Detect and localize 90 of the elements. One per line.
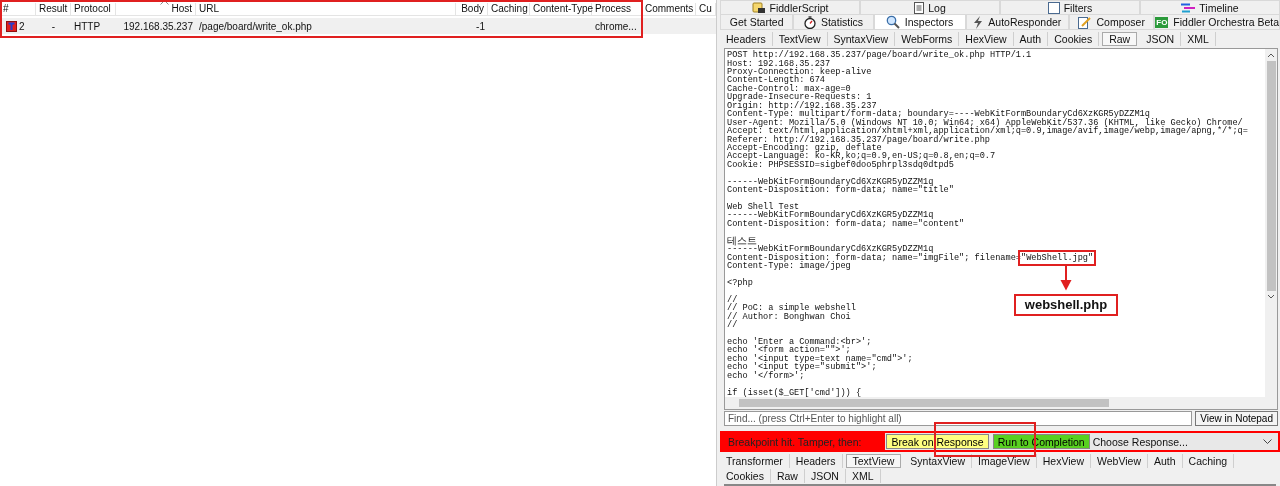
document-icon [914, 1, 925, 14]
tab[interactable]: WebView [1091, 454, 1148, 468]
code-line: Content-Disposition: form-data; name="content" [727, 218, 965, 229]
tab[interactable]: Caching [1182, 454, 1235, 468]
tab[interactable]: Statistics [793, 14, 874, 30]
code-line: if (isset($_GET['cmd'])) { [727, 387, 862, 398]
table-cell: chrome... [595, 20, 637, 32]
column-header[interactable]: Body [456, 3, 488, 15]
tab[interactable]: TextView [772, 31, 828, 46]
code-line: echo '</form>'; [727, 370, 805, 381]
table-cell: HTTP [74, 20, 101, 32]
view-in-notepad-button[interactable]: View in Notepad [1195, 411, 1278, 427]
break-on-response-button[interactable]: Break on Response [886, 434, 989, 450]
tab[interactable]: Auth [1148, 454, 1183, 468]
find-field[interactable]: Find... (press Ctrl+Enter to highlight all) [724, 411, 1193, 427]
table-cell: -1 [476, 20, 485, 32]
column-header[interactable]: # [0, 3, 36, 15]
column-header[interactable]: Content-Type [530, 3, 592, 15]
code-line: Origin: http://192.168.35.237 [727, 100, 877, 111]
script-icon [751, 1, 766, 14]
tab[interactable]: FO Fiddler Orchestra Beta [1154, 14, 1280, 30]
tab[interactable]: SyntaxView [904, 454, 972, 468]
tab[interactable]: XML [845, 469, 881, 483]
tab[interactable]: FiddlerScript [720, 0, 860, 15]
code-line: Content-Type: image/jpeg [727, 261, 851, 272]
tab[interactable]: Raw [1102, 31, 1138, 46]
compose-icon [1078, 15, 1092, 29]
code-line: <?php [727, 277, 753, 288]
code-line: Referer: http://192.168.35.237/page/board/write.php [727, 134, 990, 145]
tab[interactable]: Cookies [1048, 31, 1100, 46]
column-header[interactable]: Caching [488, 3, 530, 15]
tab[interactable]: AutoResponder [965, 14, 1070, 30]
table-cell: 192.168.35.237 [123, 20, 193, 32]
magnifier-icon [885, 15, 900, 30]
code-line: Web Shell Test [727, 202, 800, 212]
tab[interactable]: Filters [1000, 0, 1140, 15]
tab[interactable]: Raw [770, 469, 805, 483]
lightning-icon [973, 15, 984, 29]
tab[interactable]: Get Started [720, 14, 794, 30]
code-line: 테스트 [727, 234, 757, 246]
breakpoint-message: Breakpoint hit. Tamper, then: [722, 433, 886, 450]
column-header[interactable]: URL [196, 3, 456, 15]
tab[interactable]: JSON [804, 469, 846, 483]
chevron-icon [1263, 439, 1272, 445]
tab[interactable]: Transformer [720, 454, 790, 468]
tab[interactable]: TextView [845, 454, 902, 468]
table-cell: 2 [19, 20, 25, 32]
timeline-icon [1181, 2, 1196, 13]
tab[interactable]: XML [1181, 31, 1216, 46]
scrollbar[interactable] [725, 397, 1277, 410]
code-line: Cookie: PHPSESSID=sigbef0doo5phrpl3sdq0dtpd5 [727, 159, 954, 170]
tab[interactable]: Inspectors [873, 14, 966, 30]
tab[interactable]: HexView [1036, 454, 1091, 468]
tab[interactable]: Headers [789, 454, 843, 468]
code-line: echo 'Enter a Command:<br>'; [727, 337, 872, 347]
column-header[interactable]: Result [36, 3, 71, 15]
code-line: Proxy-Connection: keep-alive [727, 67, 872, 77]
raw-text-area[interactable] [724, 48, 1278, 411]
tab[interactable]: Auth [1013, 31, 1049, 46]
sort-icon [160, 0, 169, 5]
tab[interactable]: Composer [1069, 14, 1155, 30]
tab[interactable]: JSON [1140, 31, 1182, 46]
table-cell: /page/board/write_ok.php [199, 20, 312, 32]
column-header[interactable]: Host [116, 3, 196, 15]
column-header[interactable]: Process [592, 3, 642, 15]
session-row[interactable]: 2 - HTTP 192.168.35.237 /page/board/write_ok.php -1 chrome... [0, 18, 716, 34]
tab[interactable]: Headers [720, 31, 773, 46]
column-header[interactable]: Comments [642, 3, 696, 15]
tab[interactable]: Timeline [1140, 0, 1280, 15]
tab[interactable]: ImageView [972, 454, 1037, 468]
code-line: ------WebKitFormBoundaryCd6XzKGR5yDZZM1q [727, 176, 934, 187]
scrollbar[interactable] [1265, 49, 1277, 398]
callout-label: webshell.php [1013, 293, 1119, 316]
column-header[interactable]: Protocol [71, 3, 116, 15]
arrow-icon [1059, 264, 1072, 291]
code-line: // [727, 320, 738, 331]
code-line: Content-Disposition: form-data; name="title" [727, 185, 954, 196]
response-dropdown[interactable]: Choose Response... [1089, 435, 1278, 448]
stopwatch-icon [803, 15, 816, 29]
table-cell: - [51, 20, 56, 32]
tab[interactable]: Cookies [720, 469, 771, 483]
breakpoint-icon [6, 20, 17, 32]
badge-icon: FO [1155, 16, 1169, 28]
tab[interactable]: HexView [959, 31, 1014, 46]
checkbox-icon [1047, 1, 1060, 14]
tab[interactable]: WebForms [895, 31, 960, 46]
code-line: POST http://192.168.35.237/page/board/write_ok.php HTTP/1.1 [727, 50, 1032, 61]
annotation-box: "WebShell.jpg" [1020, 252, 1094, 263]
tab[interactable]: SyntaxView [827, 31, 896, 46]
column-header[interactable]: Cu [696, 3, 716, 15]
